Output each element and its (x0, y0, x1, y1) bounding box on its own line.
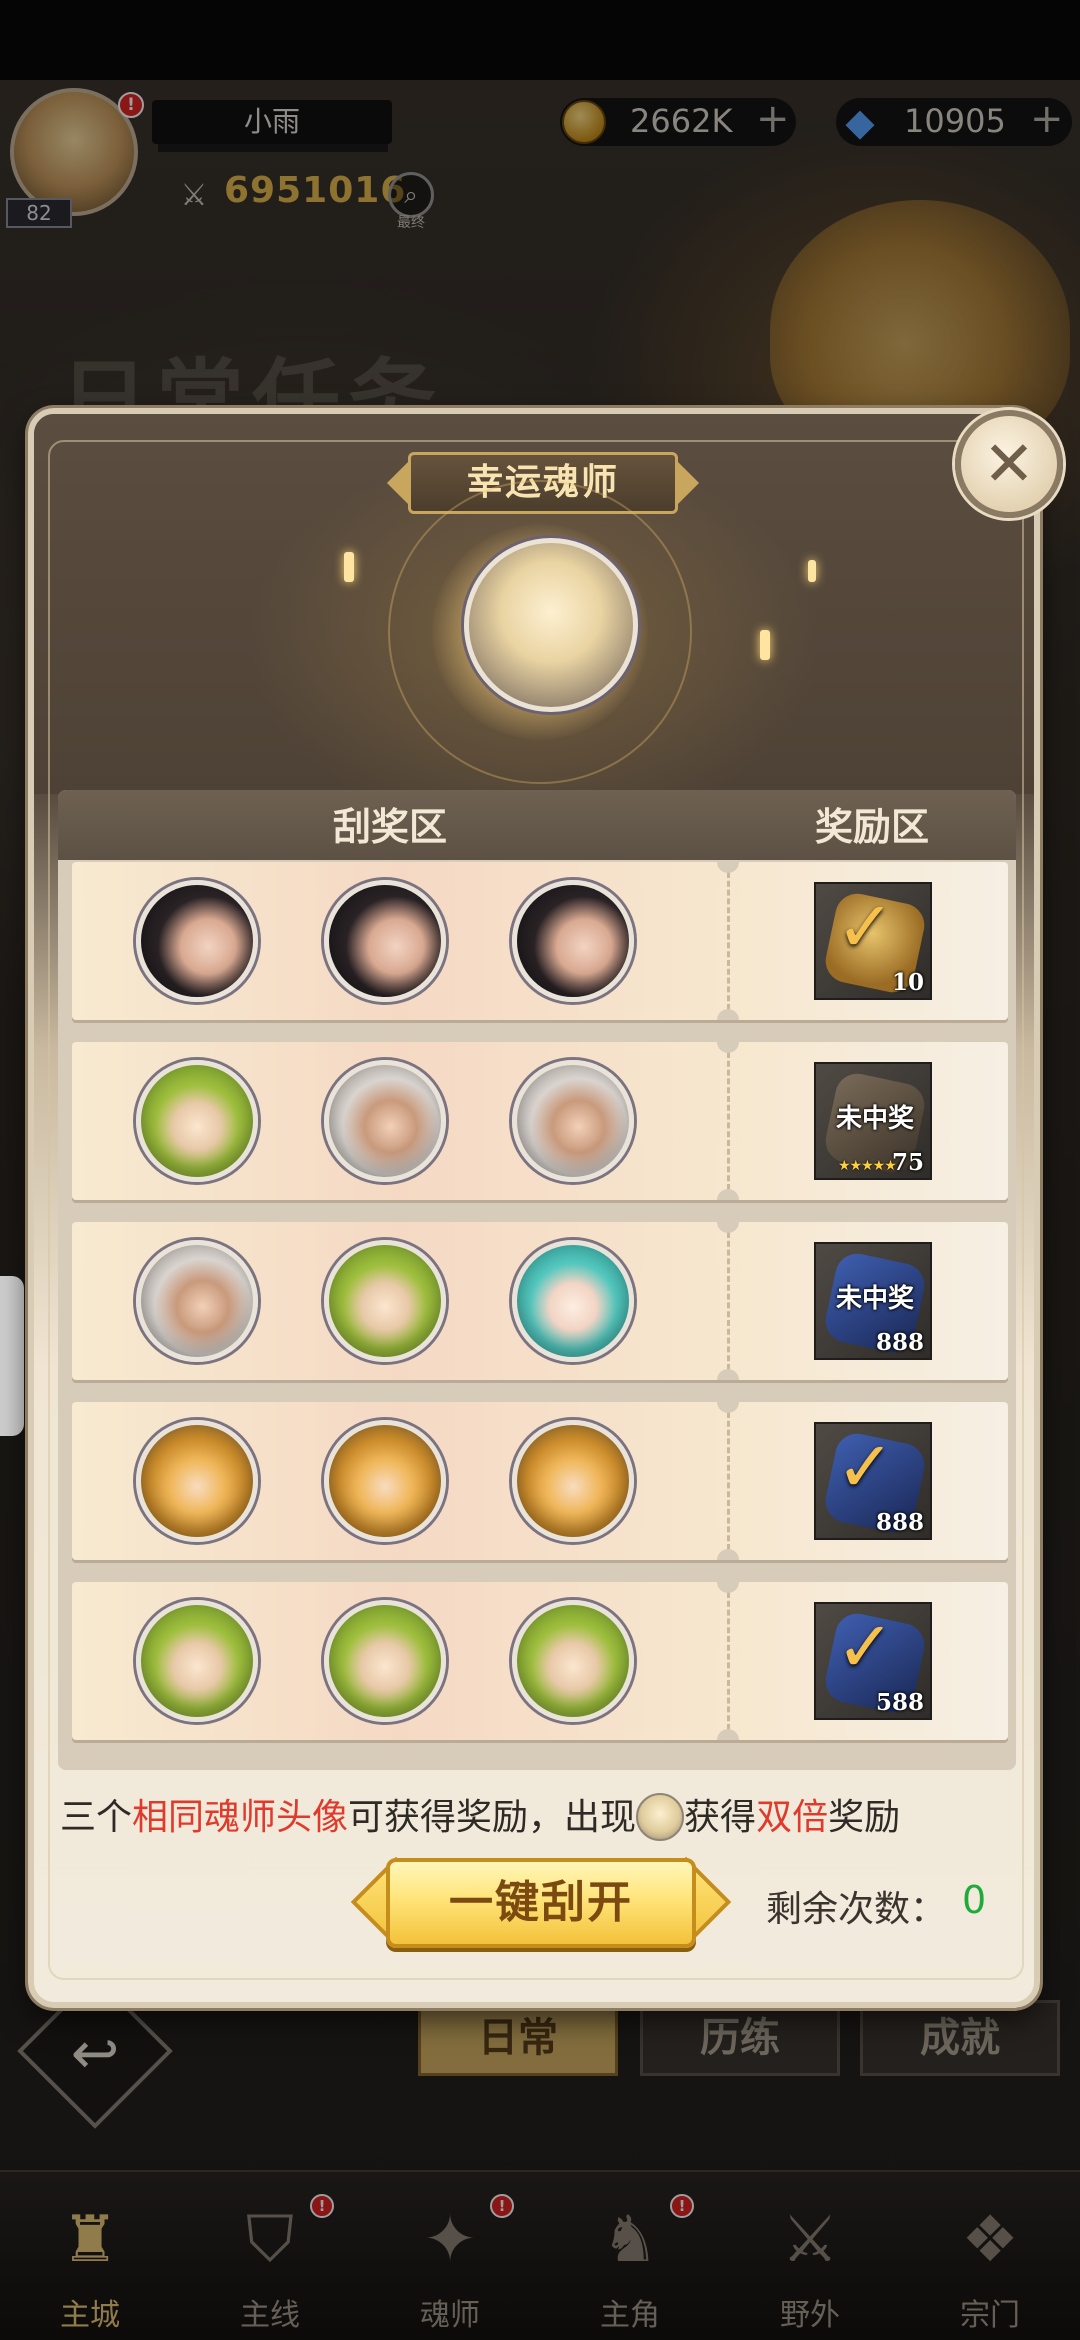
reward-quantity: 75 (891, 1149, 924, 1176)
side-drawer-handle[interactable] (0, 1276, 24, 1436)
close-icon[interactable]: ✕ (955, 410, 1063, 518)
star-rating: ★★★★★ (838, 1158, 897, 1174)
ticket-notch (717, 1729, 739, 1740)
hooded-blonde-girl-avatar (324, 1420, 446, 1542)
dark-hair-man-avatar (512, 880, 634, 1002)
featured-soul-master-avatar (464, 538, 638, 712)
ticket-notch (717, 1582, 739, 1593)
green-hair-woman-avatar (136, 1060, 258, 1182)
reward-zone-header: 奖励区 (814, 804, 929, 849)
rule-part: 三个 (60, 1797, 133, 1838)
green-hair-woman-avatar (136, 1600, 258, 1722)
scratch-row[interactable]: ✓ 10 (72, 862, 1008, 1020)
reward-slot[interactable]: ✓ 588 (814, 1602, 932, 1720)
reward-slot[interactable]: 未中奖 ★★★★★ 75 (814, 1062, 932, 1180)
ticket-notch (717, 1549, 739, 1560)
ticket-notch (717, 1222, 739, 1233)
reward-slot[interactable]: 未中奖 888 (814, 1242, 932, 1360)
scratch-row[interactable]: ✓ 888 (72, 1402, 1008, 1560)
row-divider (727, 1232, 730, 1370)
rule-highlight: 双倍 (756, 1797, 829, 1838)
row-divider (727, 872, 730, 1010)
reward-quantity: 10 (891, 969, 924, 996)
reward-slot[interactable]: ✓ 888 (814, 1422, 932, 1540)
no-prize-label: 未中奖 (835, 1104, 914, 1134)
rule-part: 可获得奖励，出现 (348, 1797, 637, 1838)
hooded-blonde-girl-avatar (512, 1420, 634, 1542)
checkmark-icon: ✓ (836, 1426, 895, 1508)
scratch-row[interactable]: ✓ 588 (72, 1582, 1008, 1740)
rule-description: 三个相同魂师头像可获得奖励，出现 获得双倍奖励 (60, 1788, 1020, 1841)
remaining-label: 剩余次数： (766, 1889, 947, 1930)
remaining-count: 0 (962, 1878, 987, 1922)
scratch-zone-header: 刮奖区 (332, 804, 447, 849)
dark-hair-man-avatar (136, 880, 258, 1002)
sparkle (808, 560, 816, 582)
reward-quantity: 888 (875, 1329, 924, 1356)
row-divider (727, 1412, 730, 1550)
checkmark-icon: ✓ (836, 1606, 895, 1688)
no-prize-label: 未中奖 (835, 1284, 914, 1314)
ticket-notch (717, 862, 739, 873)
ticket-notch (717, 1009, 739, 1020)
dark-hair-man-avatar (324, 880, 446, 1002)
white-hair-man-avatar (512, 1060, 634, 1182)
teal-hair-girl-avatar (512, 1240, 634, 1362)
reward-quantity: 588 (875, 1689, 924, 1716)
sparkle (760, 630, 770, 660)
hooded-blonde-girl-avatar (136, 1420, 258, 1542)
scratch-all-label[interactable]: 一键刮开 (386, 1858, 696, 1948)
white-hair-man-avatar (136, 1240, 258, 1362)
scratch-row[interactable]: 未中奖 888 (72, 1222, 1008, 1380)
row-divider (727, 1052, 730, 1190)
green-hair-woman-avatar (324, 1240, 446, 1362)
white-hair-man-avatar (324, 1060, 446, 1182)
ticket-notch (717, 1042, 739, 1053)
checkmark-icon: ✓ (836, 886, 895, 968)
green-hair-woman-avatar (512, 1600, 634, 1722)
reward-slot[interactable]: ✓ 10 (814, 882, 932, 1000)
reward-quantity: 888 (875, 1509, 924, 1536)
sparkle (344, 552, 354, 582)
status-bar-area (0, 0, 1080, 80)
ticket-notch (717, 1189, 739, 1200)
rule-highlight: 相同魂师头像 (132, 1797, 349, 1838)
green-hair-woman-avatar (324, 1600, 446, 1722)
ticket-notch (717, 1369, 739, 1380)
rule-part: 获得 (684, 1797, 757, 1838)
ticket-notch (717, 1402, 739, 1413)
scratch-row[interactable]: 未中奖 ★★★★★ 75 (72, 1042, 1008, 1200)
row-divider (727, 1592, 730, 1730)
featured-avatar-mini-icon (636, 1793, 685, 1841)
rule-part: 奖励 (828, 1797, 901, 1838)
